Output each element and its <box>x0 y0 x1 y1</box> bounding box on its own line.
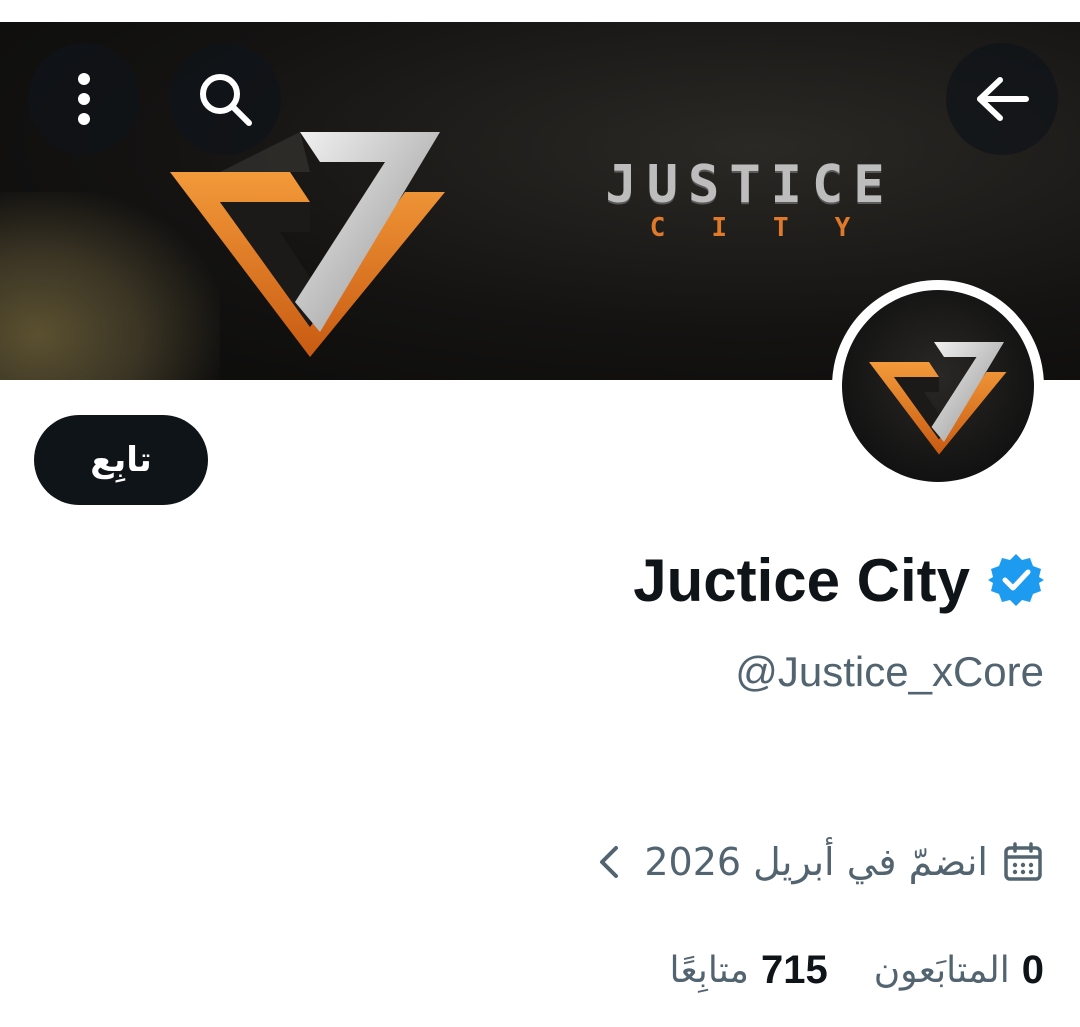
followers-stat[interactable]: 0 المتابَعون <box>874 948 1044 993</box>
search-button[interactable] <box>169 43 281 155</box>
followers-label: المتابَعون <box>873 949 1010 991</box>
following-label: متابِعًا <box>669 949 749 991</box>
chevron-left-icon <box>600 846 619 878</box>
wordmark-justice: JUSTICE <box>605 155 895 215</box>
user-handle: @Justice_xCore <box>735 648 1044 695</box>
avatar[interactable] <box>832 280 1044 492</box>
search-icon <box>200 74 252 126</box>
arrow-left-icon <box>977 77 1029 121</box>
display-name-row: Juctice City <box>633 540 1044 620</box>
verified-badge-icon <box>988 554 1044 606</box>
banner-wordmark: JUSTICE CITY <box>540 157 960 243</box>
joined-date-text: انضمّ في أبريل 2026 <box>644 840 988 884</box>
wordmark-city: CITY <box>649 213 897 243</box>
avatar-logo <box>869 342 1007 455</box>
status-strip <box>0 0 1080 22</box>
back-button[interactable] <box>946 43 1058 155</box>
following-stat[interactable]: 715 متابِعًا <box>669 948 827 993</box>
following-count: 715 <box>760 947 828 992</box>
joined-date-row[interactable]: انضمّ في أبريل 2026 <box>594 832 1044 892</box>
follow-button[interactable]: تابِع <box>34 415 208 505</box>
calendar-icon <box>1004 842 1042 881</box>
display-name: Juctice City <box>633 546 970 614</box>
followers-count: 0 <box>1021 947 1044 992</box>
follow-stats: 0 المتابَعون 715 متابِعًا <box>669 940 1044 1000</box>
more-options-button[interactable] <box>28 43 140 155</box>
more-vertical-icon <box>78 73 90 125</box>
avatar-image <box>842 290 1034 482</box>
